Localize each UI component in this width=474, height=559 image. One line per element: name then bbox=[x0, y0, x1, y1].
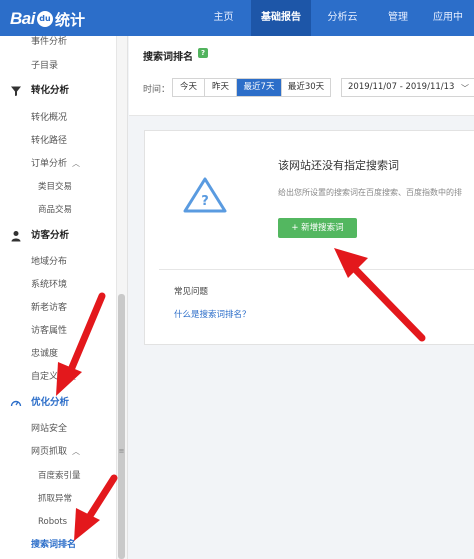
svg-text:?: ? bbox=[201, 194, 209, 209]
warning-triangle-icon: ? bbox=[183, 177, 227, 213]
empty-state-title: 该网站还没有指定搜索词 bbox=[278, 159, 399, 172]
report-header: 搜索词排名 ? 时间： 今天 昨天 最近7天 最近30天 2019/11/07 … bbox=[129, 36, 474, 116]
sidebar-item-loyalty[interactable]: 忠诚度 bbox=[0, 343, 116, 365]
range-yesterday-button[interactable]: 昨天 bbox=[205, 79, 237, 96]
logo-suffix: 统计 bbox=[54, 10, 85, 29]
sidebar-item-conversion-path[interactable]: 转化路径 bbox=[0, 130, 116, 152]
sidebar-item-label: 订单分析 bbox=[31, 159, 68, 169]
top-navigation-bar: Bai du 统计 主页 基础报告 分析云 管理 应用中 bbox=[0, 0, 474, 36]
sidebar-item-robots[interactable]: Robots bbox=[0, 511, 116, 533]
sidebar-item-index-volume[interactable]: 百度索引量 bbox=[0, 465, 116, 487]
baidu-tongji-logo[interactable]: Bai du 统计 bbox=[10, 9, 85, 29]
logo-text: Bai bbox=[10, 9, 35, 28]
sidebar-item-system-env[interactable]: 系统环境 bbox=[0, 274, 116, 296]
sidebar-item-site-security[interactable]: 网站安全 bbox=[0, 418, 116, 440]
faq-link-what-is-keyword-ranking[interactable]: 什么是搜索词排名？ bbox=[174, 308, 251, 320]
grip-icon: ≡ bbox=[118, 447, 125, 455]
help-icon[interactable]: ? bbox=[198, 48, 208, 58]
sidebar-item-custom-var[interactable]: 自定义变量 bbox=[0, 366, 116, 388]
empty-state-card: ? 该网站还没有指定搜索词 给出您所设置的搜索词在百度搜索、百度指数中的排 + … bbox=[144, 130, 474, 345]
gauge-icon bbox=[10, 400, 22, 407]
main-nav: 主页 基础报告 分析云 管理 应用中 bbox=[196, 0, 474, 36]
date-range-picker[interactable]: 2019/11/07 - 2019/11/13 bbox=[341, 78, 474, 97]
content-background bbox=[129, 347, 474, 559]
faq-title: 常见问题 bbox=[174, 287, 209, 297]
sidebar-group-label: 转化分析 bbox=[31, 85, 70, 96]
sidebar-group-visitor[interactable]: 访客分析 bbox=[0, 225, 116, 247]
nav-analytics-cloud[interactable]: 分析云 bbox=[311, 0, 374, 36]
sidebar-item-category-trade[interactable]: 类目交易 bbox=[0, 176, 116, 198]
nav-basic-reports[interactable]: 基础报告 bbox=[251, 0, 311, 36]
sidebar-item-order-analysis[interactable]: 订单分析 ︿ bbox=[0, 153, 116, 175]
nav-apps[interactable]: 应用中 bbox=[422, 0, 474, 36]
sidebar-scroll-thumb[interactable] bbox=[118, 294, 125, 559]
sidebar-item-product-trade[interactable]: 商品交易 bbox=[0, 199, 116, 221]
sidebar-item-visitor-attr[interactable]: 访客属性 bbox=[0, 320, 116, 342]
empty-state-description: 给出您所设置的搜索词在百度搜索、百度指数中的排 bbox=[278, 188, 462, 197]
sidebar-item-event-analysis[interactable]: 事件分析 bbox=[0, 36, 116, 53]
paw-icon: du bbox=[36, 11, 53, 27]
sidebar-group-optimize[interactable]: 优化分析 bbox=[0, 392, 116, 414]
nav-home[interactable]: 主页 bbox=[196, 0, 251, 36]
page-title: 搜索词排名 bbox=[143, 52, 193, 63]
sidebar-item-label: 网页抓取 bbox=[31, 447, 68, 457]
range-7days-button[interactable]: 最近7天 bbox=[237, 79, 282, 96]
sidebar-item-region[interactable]: 地域分布 bbox=[0, 251, 116, 273]
sidebar-item-crawl-errors[interactable]: 抓取异常 bbox=[0, 488, 116, 510]
sidebar-item-new-returning[interactable]: 新老访客 bbox=[0, 297, 116, 319]
date-range-buttons: 今天 昨天 最近7天 最近30天 bbox=[172, 78, 331, 97]
sidebar: 事件分析 子目录 转化分析 转化概况 转化路径 订单分析 ︿ 类目交易 商品交易 … bbox=[0, 36, 128, 559]
time-label: 时间： bbox=[143, 85, 171, 95]
user-icon bbox=[11, 231, 21, 242]
nav-manage[interactable]: 管理 bbox=[374, 0, 422, 36]
sidebar-group-label: 优化分析 bbox=[31, 397, 70, 408]
chevron-up-icon: ︿ bbox=[72, 159, 81, 168]
chevron-up-icon: ︿ bbox=[72, 447, 81, 456]
sidebar-item-conversion-overview[interactable]: 转化概况 bbox=[0, 107, 116, 129]
range-30days-button[interactable]: 最近30天 bbox=[282, 79, 330, 96]
range-today-button[interactable]: 今天 bbox=[173, 79, 205, 96]
sidebar-item-crawl[interactable]: 网页抓取 ︿ bbox=[0, 441, 116, 463]
sidebar-group-label: 访客分析 bbox=[31, 230, 70, 241]
divider bbox=[159, 269, 474, 270]
funnel-icon bbox=[11, 86, 21, 96]
add-keyword-button[interactable]: + 新增搜索词 bbox=[278, 218, 357, 238]
sidebar-item-subdir[interactable]: 子目录 bbox=[0, 55, 116, 77]
sidebar-item-keyword-ranking[interactable]: 搜索词排名 bbox=[0, 534, 116, 556]
sidebar-group-conversion[interactable]: 转化分析 bbox=[0, 80, 116, 102]
chevron-down-icon[interactable]: ﹀ bbox=[461, 83, 469, 94]
